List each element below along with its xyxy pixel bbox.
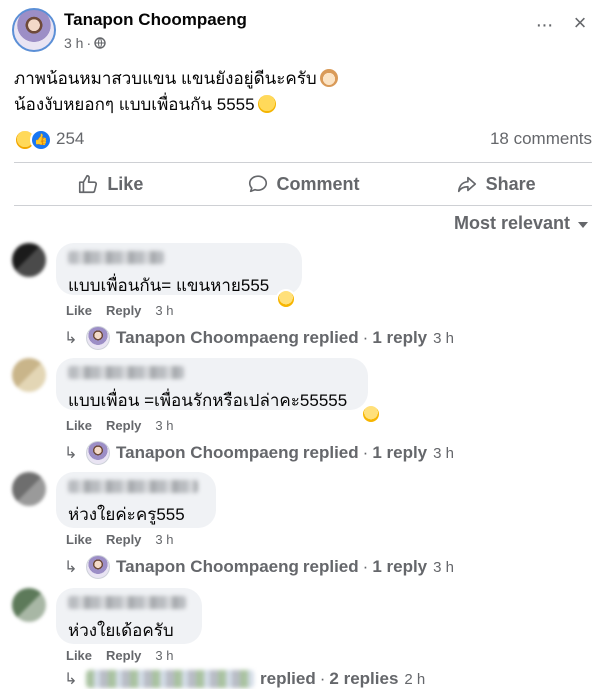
more-options-button[interactable]: ··· xyxy=(530,14,558,38)
view-replies-link[interactable]: ↳ Tanapon Choompaeng replied · 1 reply 3… xyxy=(64,555,454,579)
comment-reply-link[interactable]: Reply xyxy=(106,648,141,663)
replied-label: replied xyxy=(302,328,359,347)
comment-time[interactable]: 3 h xyxy=(155,532,173,547)
commenter-avatar[interactable] xyxy=(12,472,46,506)
actions-bar: Like Comment Share xyxy=(14,164,592,204)
view-replies-link[interactable]: ↳ Tanapon Choompaeng replied · 1 reply 3… xyxy=(64,441,454,465)
meta-separator: · xyxy=(362,443,369,462)
like-label: Like xyxy=(107,173,144,194)
meta-separator: · xyxy=(319,669,326,688)
comment-like-link[interactable]: Like xyxy=(66,648,92,663)
comment-bubble: ห่วงใยค่ะครู555 xyxy=(56,472,216,528)
comment-like-link[interactable]: Like xyxy=(66,532,92,547)
comment-button[interactable]: Comment xyxy=(207,164,400,204)
reply-time: 3 h xyxy=(433,558,454,576)
caret-down-icon xyxy=(578,222,588,228)
post-header: Tanapon Choompaeng 3 h · ··· × xyxy=(12,8,588,58)
reply-count: 1 reply xyxy=(372,443,428,462)
reply-author-name: Tanapon Choompaeng xyxy=(116,443,299,462)
close-icon[interactable]: × xyxy=(568,10,592,35)
replied-label: replied xyxy=(302,443,359,462)
reply-time: 3 h xyxy=(433,329,454,347)
replied-label: replied xyxy=(260,669,316,688)
meta-separator: · xyxy=(362,328,369,347)
share-button[interactable]: Share xyxy=(399,164,592,204)
reaction-icons[interactable]: 👍 xyxy=(14,129,54,151)
commenter-avatar[interactable] xyxy=(12,243,46,277)
post-text-line1: ภาพน้อนหมาสวบแขน แขนยังอยู่ดีนะครับ xyxy=(14,69,317,88)
reply-author-blurred xyxy=(86,670,254,688)
share-label: Share xyxy=(485,173,536,194)
meta-separator: · xyxy=(362,557,369,576)
globe-icon xyxy=(94,37,106,49)
comments-count[interactable]: 18 comments xyxy=(490,129,592,149)
comment-actions: Like Reply 3 h xyxy=(66,418,174,433)
reply-count: 2 replies xyxy=(329,669,399,688)
commenter-name-blurred[interactable] xyxy=(68,596,186,609)
author-avatar[interactable] xyxy=(12,8,56,52)
comment-label: Comment xyxy=(276,173,360,194)
divider xyxy=(14,162,592,163)
comment-like-link[interactable]: Like xyxy=(66,418,92,433)
view-replies-link[interactable]: ↳ Tanapon Choompaeng replied · 1 reply 3… xyxy=(64,326,454,350)
comment-actions: Like Reply 3 h xyxy=(66,303,174,318)
commenter-name-blurred[interactable] xyxy=(68,366,184,379)
commenter-name-blurred[interactable] xyxy=(68,480,198,493)
reply-count: 1 reply xyxy=(372,557,428,576)
comment-time[interactable]: 3 h xyxy=(155,418,173,433)
commenter-avatar[interactable] xyxy=(12,588,46,622)
comment-sort-dropdown[interactable]: Most relevant xyxy=(454,213,588,234)
view-replies-link[interactable]: ↳ replied · 2 replies 2 h xyxy=(64,669,425,689)
reply-author-avatar xyxy=(86,326,110,350)
post-text-line2: น้องงับหยอกๆ แบบเพื่อนกัน 5555 xyxy=(14,95,255,114)
haha-reaction-icon[interactable] xyxy=(361,404,381,424)
like-reaction-icon: 👍 xyxy=(30,129,52,151)
comment-bubble: แบบเพื่อน =เพื่อนรักหรือเปล่าคะ55555 xyxy=(56,358,368,410)
comment-actions: Like Reply 3 h xyxy=(66,648,174,663)
haha-reaction-icon[interactable] xyxy=(276,289,296,309)
reactions-row: 👍 254 18 comments xyxy=(14,128,592,152)
comment-actions: Like Reply 3 h xyxy=(66,532,174,547)
reply-author-name: Tanapon Choompaeng xyxy=(116,328,299,347)
like-button[interactable]: Like xyxy=(14,164,207,204)
divider xyxy=(14,205,592,206)
comment-bubble: ห่วงใยเด้อครับ xyxy=(56,588,202,644)
meta-separator: · xyxy=(86,35,92,51)
reply-arrow-icon: ↳ xyxy=(64,445,78,462)
reply-arrow-icon: ↳ xyxy=(64,559,78,576)
reply-time: 3 h xyxy=(433,444,454,462)
rofl-emoji-icon xyxy=(257,95,276,113)
sort-label: Most relevant xyxy=(453,213,570,233)
comment-reply-link[interactable]: Reply xyxy=(106,303,141,318)
thumbs-up-icon xyxy=(79,174,98,194)
comment-reply-link[interactable]: Reply xyxy=(106,532,141,547)
comment-time[interactable]: 3 h xyxy=(155,648,173,663)
reply-author-avatar xyxy=(86,555,110,579)
comment-text: ห่วงใยค่ะครู555 xyxy=(68,505,185,524)
author-name[interactable]: Tanapon Choompaeng xyxy=(64,10,247,30)
reply-author-name: Tanapon Choompaeng xyxy=(116,557,299,576)
reply-count: 1 reply xyxy=(372,328,428,347)
reply-time: 2 h xyxy=(404,670,426,688)
reply-arrow-icon: ↳ xyxy=(64,330,78,347)
comment-bubble: แบบเพื่อนกัน= แขนหาย555 xyxy=(56,243,302,295)
reaction-count[interactable]: 254 xyxy=(56,129,84,149)
replied-label: replied xyxy=(302,557,359,576)
share-arrow-icon xyxy=(457,176,476,193)
post-time[interactable]: 3 h xyxy=(64,35,83,51)
commenter-name-blurred[interactable] xyxy=(68,251,164,264)
dog-face-emoji-icon xyxy=(319,69,338,87)
post-text: ภาพน้อนหมาสวบแขน แขนยังอยู่ดีนะครับ น้อง… xyxy=(14,66,584,118)
comment-text: แบบเพื่อนกัน= แขนหาย555 xyxy=(68,276,270,295)
post-meta: 3 h · xyxy=(64,35,106,51)
comment-reply-link[interactable]: Reply xyxy=(106,418,141,433)
reply-arrow-icon: ↳ xyxy=(64,671,78,688)
commenter-avatar[interactable] xyxy=(12,358,46,392)
comment-like-link[interactable]: Like xyxy=(66,303,92,318)
comment-text: แบบเพื่อน =เพื่อนรักหรือเปล่าคะ55555 xyxy=(68,391,348,410)
reply-author-avatar xyxy=(86,441,110,465)
comment-time[interactable]: 3 h xyxy=(155,303,173,318)
comment-text: ห่วงใยเด้อครับ xyxy=(68,621,174,640)
comment-icon xyxy=(248,175,267,193)
